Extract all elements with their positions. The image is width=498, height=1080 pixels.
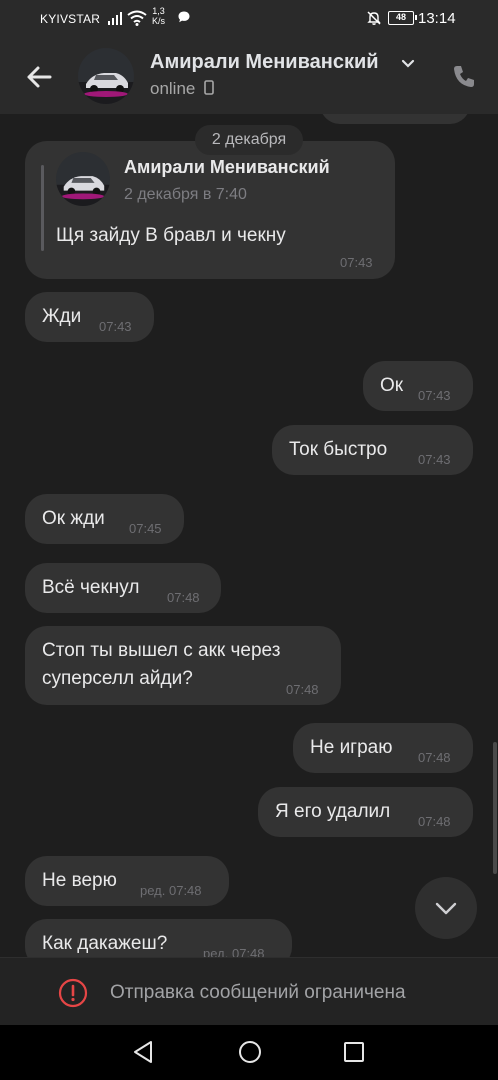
message-time: 07:43 xyxy=(418,388,451,403)
incoming-message[interactable]: Жди 07:43 xyxy=(25,292,154,342)
message-notification-icon xyxy=(178,11,190,23)
online-status-label: online xyxy=(150,79,196,98)
back-triangle-icon[interactable] xyxy=(130,1038,156,1066)
warning-icon xyxy=(58,978,88,1008)
quote-author[interactable]: Амирали Мениванский xyxy=(124,157,330,178)
car-photo-icon xyxy=(56,152,110,206)
message-text: Ок жди xyxy=(42,508,105,529)
message-text: Жди xyxy=(42,306,82,327)
message-text: Не играю xyxy=(310,737,393,758)
mute-bell-icon xyxy=(367,11,381,25)
status-bar: KYIVSTAR 1,3 K/s 48 13:14 xyxy=(0,0,498,38)
battery-indicator: 48 xyxy=(388,11,417,25)
contact-name[interactable]: Амирали Мениванский xyxy=(150,51,379,74)
message-text-line-2: суперселл айди? xyxy=(42,668,193,689)
incoming-message[interactable]: Как дакажеш? ред. 07:48 xyxy=(25,919,292,957)
phone-call-icon[interactable] xyxy=(446,58,482,94)
composer-restriction-bar: Отправка сообщений ограничена xyxy=(0,957,498,1025)
message-time: 07:43 xyxy=(340,255,373,270)
forwarded-message-bubble[interactable]: Амирали Мениванский 2 декабря в 7:40 Щя … xyxy=(25,141,395,279)
quote-bar xyxy=(41,165,44,251)
signal-icon xyxy=(108,11,124,25)
message-text: Не верю xyxy=(42,870,117,891)
incoming-message[interactable]: Не верю ред. 07:48 xyxy=(25,856,229,906)
mobile-device-icon xyxy=(204,80,214,95)
message-time: 07:48 xyxy=(286,682,319,697)
chevron-down-icon[interactable] xyxy=(400,58,416,70)
message-text: Как дакажеш? xyxy=(42,933,168,954)
message-time: ред. 07:48 xyxy=(140,883,202,898)
scroll-down-button[interactable] xyxy=(415,877,477,939)
speed-value: 1,3 xyxy=(152,6,165,16)
quote-text: Щя зайду В бравл и чекну xyxy=(56,225,286,246)
wifi-icon xyxy=(127,10,147,26)
incoming-message[interactable]: Всё чекнул 07:48 xyxy=(25,563,221,613)
speed-unit: K/s xyxy=(152,16,166,26)
message-time: 07:48 xyxy=(418,814,451,829)
message-list[interactable]: Амирали Мениванский 2 декабря в 7:40 Щя … xyxy=(0,114,498,957)
restriction-message: Отправка сообщений ограничена xyxy=(110,982,406,1003)
message-text: Всё чекнул xyxy=(42,577,140,598)
incoming-message[interactable]: Ок жди 07:45 xyxy=(25,494,184,544)
partial-message-bubble[interactable] xyxy=(320,114,470,124)
message-text: Я его удалил xyxy=(275,801,391,822)
message-text: Ток быстро xyxy=(289,439,388,460)
outgoing-message[interactable]: Ок 07:43 xyxy=(363,361,473,411)
message-text: Ок xyxy=(380,375,404,396)
outgoing-message[interactable]: Ток быстро 07:43 xyxy=(272,425,473,475)
chevron-down-icon xyxy=(435,902,457,915)
clock: 13:14 xyxy=(418,10,456,27)
message-text-line-1: Стоп ты вышел с акк через xyxy=(42,640,281,661)
system-navigation-bar xyxy=(0,1025,498,1080)
message-time: 07:43 xyxy=(418,452,451,467)
incoming-message[interactable]: Стоп ты вышел с акк через суперселл айди… xyxy=(25,626,341,705)
scrollbar[interactable] xyxy=(493,742,497,874)
message-time: 07:45 xyxy=(129,521,162,536)
network-speed: 1,3 K/s xyxy=(152,6,165,26)
outgoing-message[interactable]: Я его удалил 07:48 xyxy=(258,787,473,837)
outgoing-message[interactable]: Не играю 07:48 xyxy=(293,723,473,773)
online-status: online xyxy=(150,79,214,99)
recents-square-icon[interactable] xyxy=(342,1038,368,1066)
car-photo-icon xyxy=(78,48,134,104)
home-circle-icon[interactable] xyxy=(237,1038,263,1066)
chat-header: Амирали Мениванский online xyxy=(0,38,498,114)
message-time: 07:48 xyxy=(418,750,451,765)
message-time: ред. 07:48 xyxy=(203,946,265,957)
quote-avatar xyxy=(56,152,110,206)
back-arrow-icon[interactable] xyxy=(22,60,56,94)
quote-date: 2 декабря в 7:40 xyxy=(124,186,247,203)
avatar[interactable] xyxy=(78,48,134,104)
message-time: 07:43 xyxy=(99,319,132,334)
carrier-label: KYIVSTAR xyxy=(40,12,101,26)
message-time: 07:48 xyxy=(167,590,200,605)
date-separator: 2 декабря xyxy=(195,125,303,155)
